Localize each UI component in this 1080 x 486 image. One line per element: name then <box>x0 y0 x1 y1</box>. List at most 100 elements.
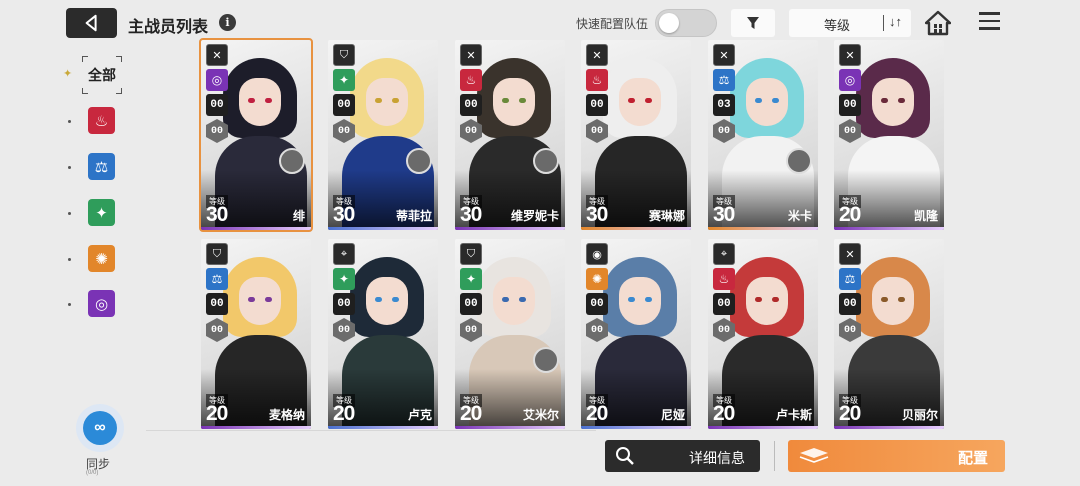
class-icon: ⛉ <box>333 44 355 66</box>
character-card[interactable]: ⛉ ✦ 00 00 等级 20 艾米尔 <box>455 239 565 429</box>
class-icon: ⛉ <box>206 243 228 265</box>
quick-config-toggle[interactable] <box>655 9 717 37</box>
stat-value: 00 <box>460 94 482 116</box>
stat-value: 00 <box>839 94 861 116</box>
filter-swirl-button[interactable]: ◎ <box>88 290 115 317</box>
character-name: 贝丽尔 <box>901 408 938 422</box>
level-value: 30 <box>460 203 482 226</box>
level-value: 20 <box>713 402 735 425</box>
sync-icon: ∞ <box>83 411 117 445</box>
filter-fire-button[interactable]: ♨ <box>88 107 115 134</box>
class-icon: ✕ <box>206 44 228 66</box>
balance-icon: ⚖ <box>94 158 109 176</box>
stat-value: 03 <box>713 94 735 116</box>
rarity-strip <box>581 426 691 429</box>
sparkle-icon: ✦ <box>63 68 73 80</box>
balance-icon: ⚖ <box>713 69 735 91</box>
config-label: 配置 <box>958 450 989 467</box>
rarity-strip <box>834 426 944 429</box>
character-card[interactable]: ⛉ ✦ 00 00 等级 30 蒂菲拉 <box>328 40 438 230</box>
info-icon[interactable]: i <box>219 14 236 31</box>
star-icon: ✦ <box>333 69 355 91</box>
toggle-knob <box>659 13 679 33</box>
swirl-icon: ◎ <box>206 69 228 91</box>
character-name: 艾米尔 <box>522 408 559 422</box>
sun-icon: ✺ <box>95 250 108 268</box>
sync-sub-label: (0/0) <box>86 470 99 476</box>
avatar <box>786 148 812 174</box>
character-name: 凯隆 <box>913 209 938 223</box>
menu-icon[interactable] <box>979 12 1000 32</box>
character-card[interactable]: ◉ ✺ 00 00 等级 20 尼娅 <box>581 239 691 429</box>
home-icon[interactable] <box>925 10 951 36</box>
hex-stat-value: 00 <box>460 119 482 143</box>
swirl-icon: ◎ <box>839 69 861 91</box>
config-button[interactable]: 配置 <box>788 440 1005 472</box>
sort-label: 等级 <box>824 18 851 33</box>
level-value: 20 <box>839 402 861 425</box>
filter-dot <box>68 166 71 169</box>
filter-all-button[interactable]: 全部 <box>82 56 122 94</box>
search-icon <box>616 447 634 465</box>
character-card[interactable]: ✕ ◎ 00 00 等级 20 凯隆 <box>834 40 944 230</box>
stat-value: 00 <box>206 293 228 315</box>
rarity-strip <box>708 426 818 429</box>
hex-stat-value: 00 <box>839 318 861 342</box>
filter-star-button[interactable]: ✦ <box>88 199 115 226</box>
rarity-strip <box>328 227 438 230</box>
rarity-strip <box>834 227 944 230</box>
filter-sun-button[interactable]: ✺ <box>88 245 115 272</box>
class-icon: ◉ <box>586 243 608 265</box>
sort-dropdown[interactable]: 等级 ↓↑ <box>789 9 911 37</box>
character-card[interactable]: ✕ ⚖ 03 00 等级 30 米卡 <box>708 40 818 230</box>
class-icon: ✕ <box>839 243 861 265</box>
rarity-strip <box>201 426 311 429</box>
sort-order-icon[interactable]: ↓↑ <box>889 14 902 29</box>
filter-balance-button[interactable]: ⚖ <box>88 153 115 180</box>
fire-icon: ♨ <box>94 112 109 130</box>
filter-button[interactable] <box>731 9 775 37</box>
hex-stat-value: 00 <box>713 119 735 143</box>
avatar <box>279 148 305 174</box>
avatar <box>533 347 559 373</box>
character-card[interactable]: ⌖ ♨ 00 00 等级 20 卢卡斯 <box>708 239 818 429</box>
fire-icon: ♨ <box>586 69 608 91</box>
character-card[interactable]: ✕ ◎ 00 00 等级 30 绯 <box>199 38 313 232</box>
stat-value: 00 <box>206 94 228 116</box>
star-icon: ✦ <box>95 204 108 222</box>
balance-icon: ⚖ <box>206 268 228 290</box>
character-card[interactable]: ⌖ ✦ 00 00 等级 20 卢克 <box>328 239 438 429</box>
character-name: 卢克 <box>407 408 432 422</box>
character-name: 麦格纳 <box>268 408 305 422</box>
character-card[interactable]: ✕ ♨ 00 00 等级 30 赛琳娜 <box>581 40 691 230</box>
fire-icon: ♨ <box>713 268 735 290</box>
detail-info-button[interactable]: 详细信息 <box>605 440 760 472</box>
character-card[interactable]: ⛉ ⚖ 00 00 等级 20 麦格纳 <box>201 239 311 429</box>
stat-value: 00 <box>586 94 608 116</box>
button-separator <box>774 441 775 471</box>
page-title: 主战员列表 <box>128 19 209 36</box>
sync-button[interactable]: ∞ <box>76 404 124 452</box>
funnel-icon <box>747 17 759 29</box>
swirl-icon: ◎ <box>94 295 109 313</box>
character-name: 尼娅 <box>660 408 685 422</box>
hex-stat-value: 00 <box>839 119 861 143</box>
level-value: 30 <box>586 203 608 226</box>
sun-icon: ✺ <box>586 268 608 290</box>
back-button[interactable] <box>66 8 117 38</box>
stat-value: 00 <box>333 94 355 116</box>
filter-all-label: 全部 <box>88 67 116 83</box>
character-name: 绯 <box>292 209 305 223</box>
rarity-strip <box>581 227 691 230</box>
rarity-strip <box>201 227 311 230</box>
character-card[interactable]: ✕ ⚖ 00 00 等级 20 贝丽尔 <box>834 239 944 429</box>
level-value: 30 <box>206 203 228 226</box>
character-card[interactable]: ✕ ♨ 00 00 等级 30 维罗妮卡 <box>455 40 565 230</box>
rarity-strip <box>455 227 565 230</box>
filter-dot <box>68 120 71 123</box>
level-value: 20 <box>460 402 482 425</box>
stat-value: 00 <box>333 293 355 315</box>
hex-stat-value: 00 <box>586 119 608 143</box>
level-value: 20 <box>206 402 228 425</box>
character-name: 蒂菲拉 <box>395 209 432 223</box>
